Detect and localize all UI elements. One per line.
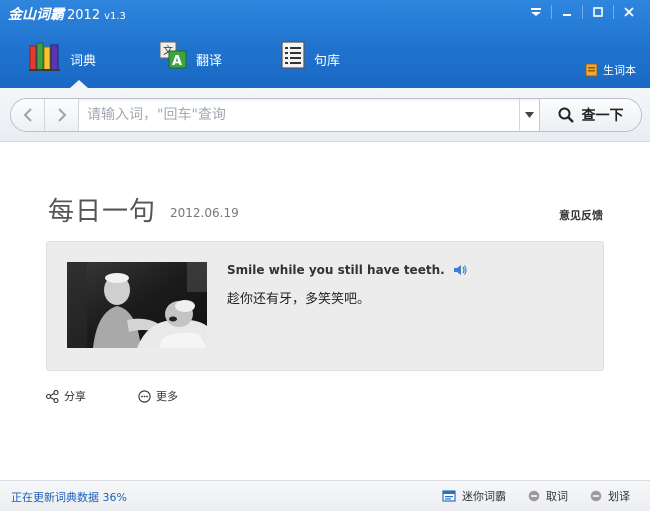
close-icon [624,7,634,17]
chevron-down-icon [525,112,534,118]
tab-translate-label: 翻译 [196,54,223,69]
document-list-icon [281,41,305,69]
vocab-book-button[interactable]: 生词本 [585,62,636,78]
daily-title: 每日一句 [48,197,157,227]
mini-dictionary-label: 迷你词霸 [462,490,506,503]
feedback-link[interactable]: 意见反馈 [559,207,603,223]
sentence-english-text: Smile while you still have teeth. [227,263,445,277]
daily-sentence-card: Smile while you still have teeth. 趁你还有牙，… [46,241,604,371]
daily-actions: 分享 更多 [46,388,230,404]
chevron-left-icon [23,108,32,122]
title-bar: 金山词霸 2012 v1.3 词典 文 A 翻译 句库 生词本 [0,0,650,88]
search-input[interactable] [79,99,519,131]
sentence-english: Smile while you still have teeth. [227,263,467,277]
menu-dropdown-button[interactable] [521,2,551,22]
status-bar: 正在更新词典数据 36% 迷你词霸 取词 划译 [0,480,650,511]
search-icon [558,107,574,123]
tab-sentence-label: 句库 [314,54,341,69]
sentence-chinese: 趁你还有牙，多笑笑吧。 [227,292,371,307]
more-label: 更多 [156,390,178,403]
minimize-button[interactable] [552,2,582,22]
active-tab-indicator [70,80,88,88]
tab-sentence-library[interactable]: 句库 [280,36,380,88]
share-icon [46,389,59,403]
window-controls [521,2,644,22]
forward-button[interactable] [45,99,79,131]
speaker-icon [453,265,467,275]
app-title: 金山词霸 2012 v1.3 [8,4,126,24]
menu-arrow-icon [531,8,541,16]
chevron-right-icon [57,108,66,122]
more-button[interactable]: 更多 [138,388,178,404]
translate-icon: 文 A [159,41,187,69]
tab-dictionary-label: 词典 [70,54,97,69]
daily-sentence-panel: 每日一句 2012.06.19 意见反馈 Smile while you sti… [0,143,650,480]
select-translate-toggle[interactable]: 划译 [590,488,630,504]
more-icon [138,389,151,403]
maximize-button[interactable] [583,2,613,22]
back-button[interactable] [11,99,45,131]
toggle-off-icon [528,490,540,502]
minimize-icon [563,14,571,16]
status-tools: 迷你词霸 取词 划译 [420,488,630,504]
lookup-button[interactable]: 查一下 [539,99,641,131]
search-band: 查一下 [0,88,650,142]
mini-window-icon [442,490,456,502]
app-brand: 金山词霸 [8,7,64,23]
vocab-book-icon [585,63,598,77]
toggle-off-icon [590,490,602,502]
app-version: v1.3 [104,11,126,22]
daily-photo-image [67,262,207,348]
word-lookup-toggle[interactable]: 取词 [528,488,568,504]
search-box: 查一下 [10,98,642,132]
mini-dictionary-button[interactable]: 迷你词霸 [442,488,506,504]
share-button[interactable]: 分享 [46,388,86,404]
vocab-book-label: 生词本 [603,64,636,77]
svg-text:A: A [172,54,182,69]
update-status-text: 正在更新词典数据 36% [11,491,127,504]
select-translate-label: 划译 [608,490,630,503]
daily-date: 2012.06.19 [170,206,239,220]
maximize-icon [593,7,603,17]
books-icon [29,42,60,71]
share-label: 分享 [64,390,86,403]
app-year: 2012 [67,8,101,23]
tab-translate[interactable]: 文 A 翻译 [158,36,258,88]
speaker-button[interactable] [453,264,467,276]
word-lookup-label: 取词 [546,490,568,503]
daily-photo [67,262,207,348]
history-dropdown-button[interactable] [519,99,539,131]
close-button[interactable] [614,2,644,22]
lookup-button-label: 查一下 [581,108,624,124]
